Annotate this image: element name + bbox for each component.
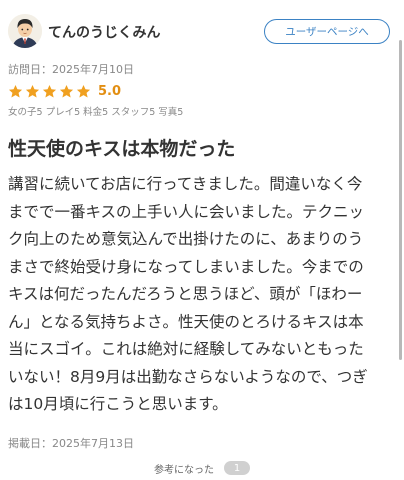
star-icon (59, 84, 74, 97)
star-icon (8, 84, 23, 97)
star-icon (76, 84, 91, 97)
sub-scores: 女の子5 プレイ5 料金5 スタッフ5 写真5 (8, 107, 184, 118)
rating-score: 5.0 (98, 83, 122, 99)
user-page-button[interactable]: ユーザーページへ (264, 19, 390, 44)
review-header: てんのうじくみん ユーザーページへ (0, 0, 404, 62)
review-body: 講習に続いてお店に行ってきました。間違いなく今 までで一番キスの上手い人に会いま… (8, 175, 368, 413)
scrollbar[interactable] (399, 40, 402, 360)
reviewer-name[interactable]: てんのうじくみん (48, 22, 161, 42)
rating-row: 5.0 (8, 82, 121, 100)
reviewer-avatar[interactable] (8, 14, 42, 48)
star-rating (8, 84, 93, 99)
review-title: 性天使のキスは本物だった (8, 138, 236, 160)
helpful-row: 参考になった 1 (0, 459, 404, 477)
helpful-label: 参考になった (154, 464, 214, 476)
visit-date: 訪問日：2025年7月10日 (8, 63, 134, 76)
helpful-count-button[interactable]: 1 (224, 461, 250, 475)
posted-date: 掲載日：2025年7月13日 (8, 437, 134, 450)
star-icon (25, 84, 40, 97)
star-icon (42, 84, 57, 97)
person-icon (8, 14, 42, 48)
